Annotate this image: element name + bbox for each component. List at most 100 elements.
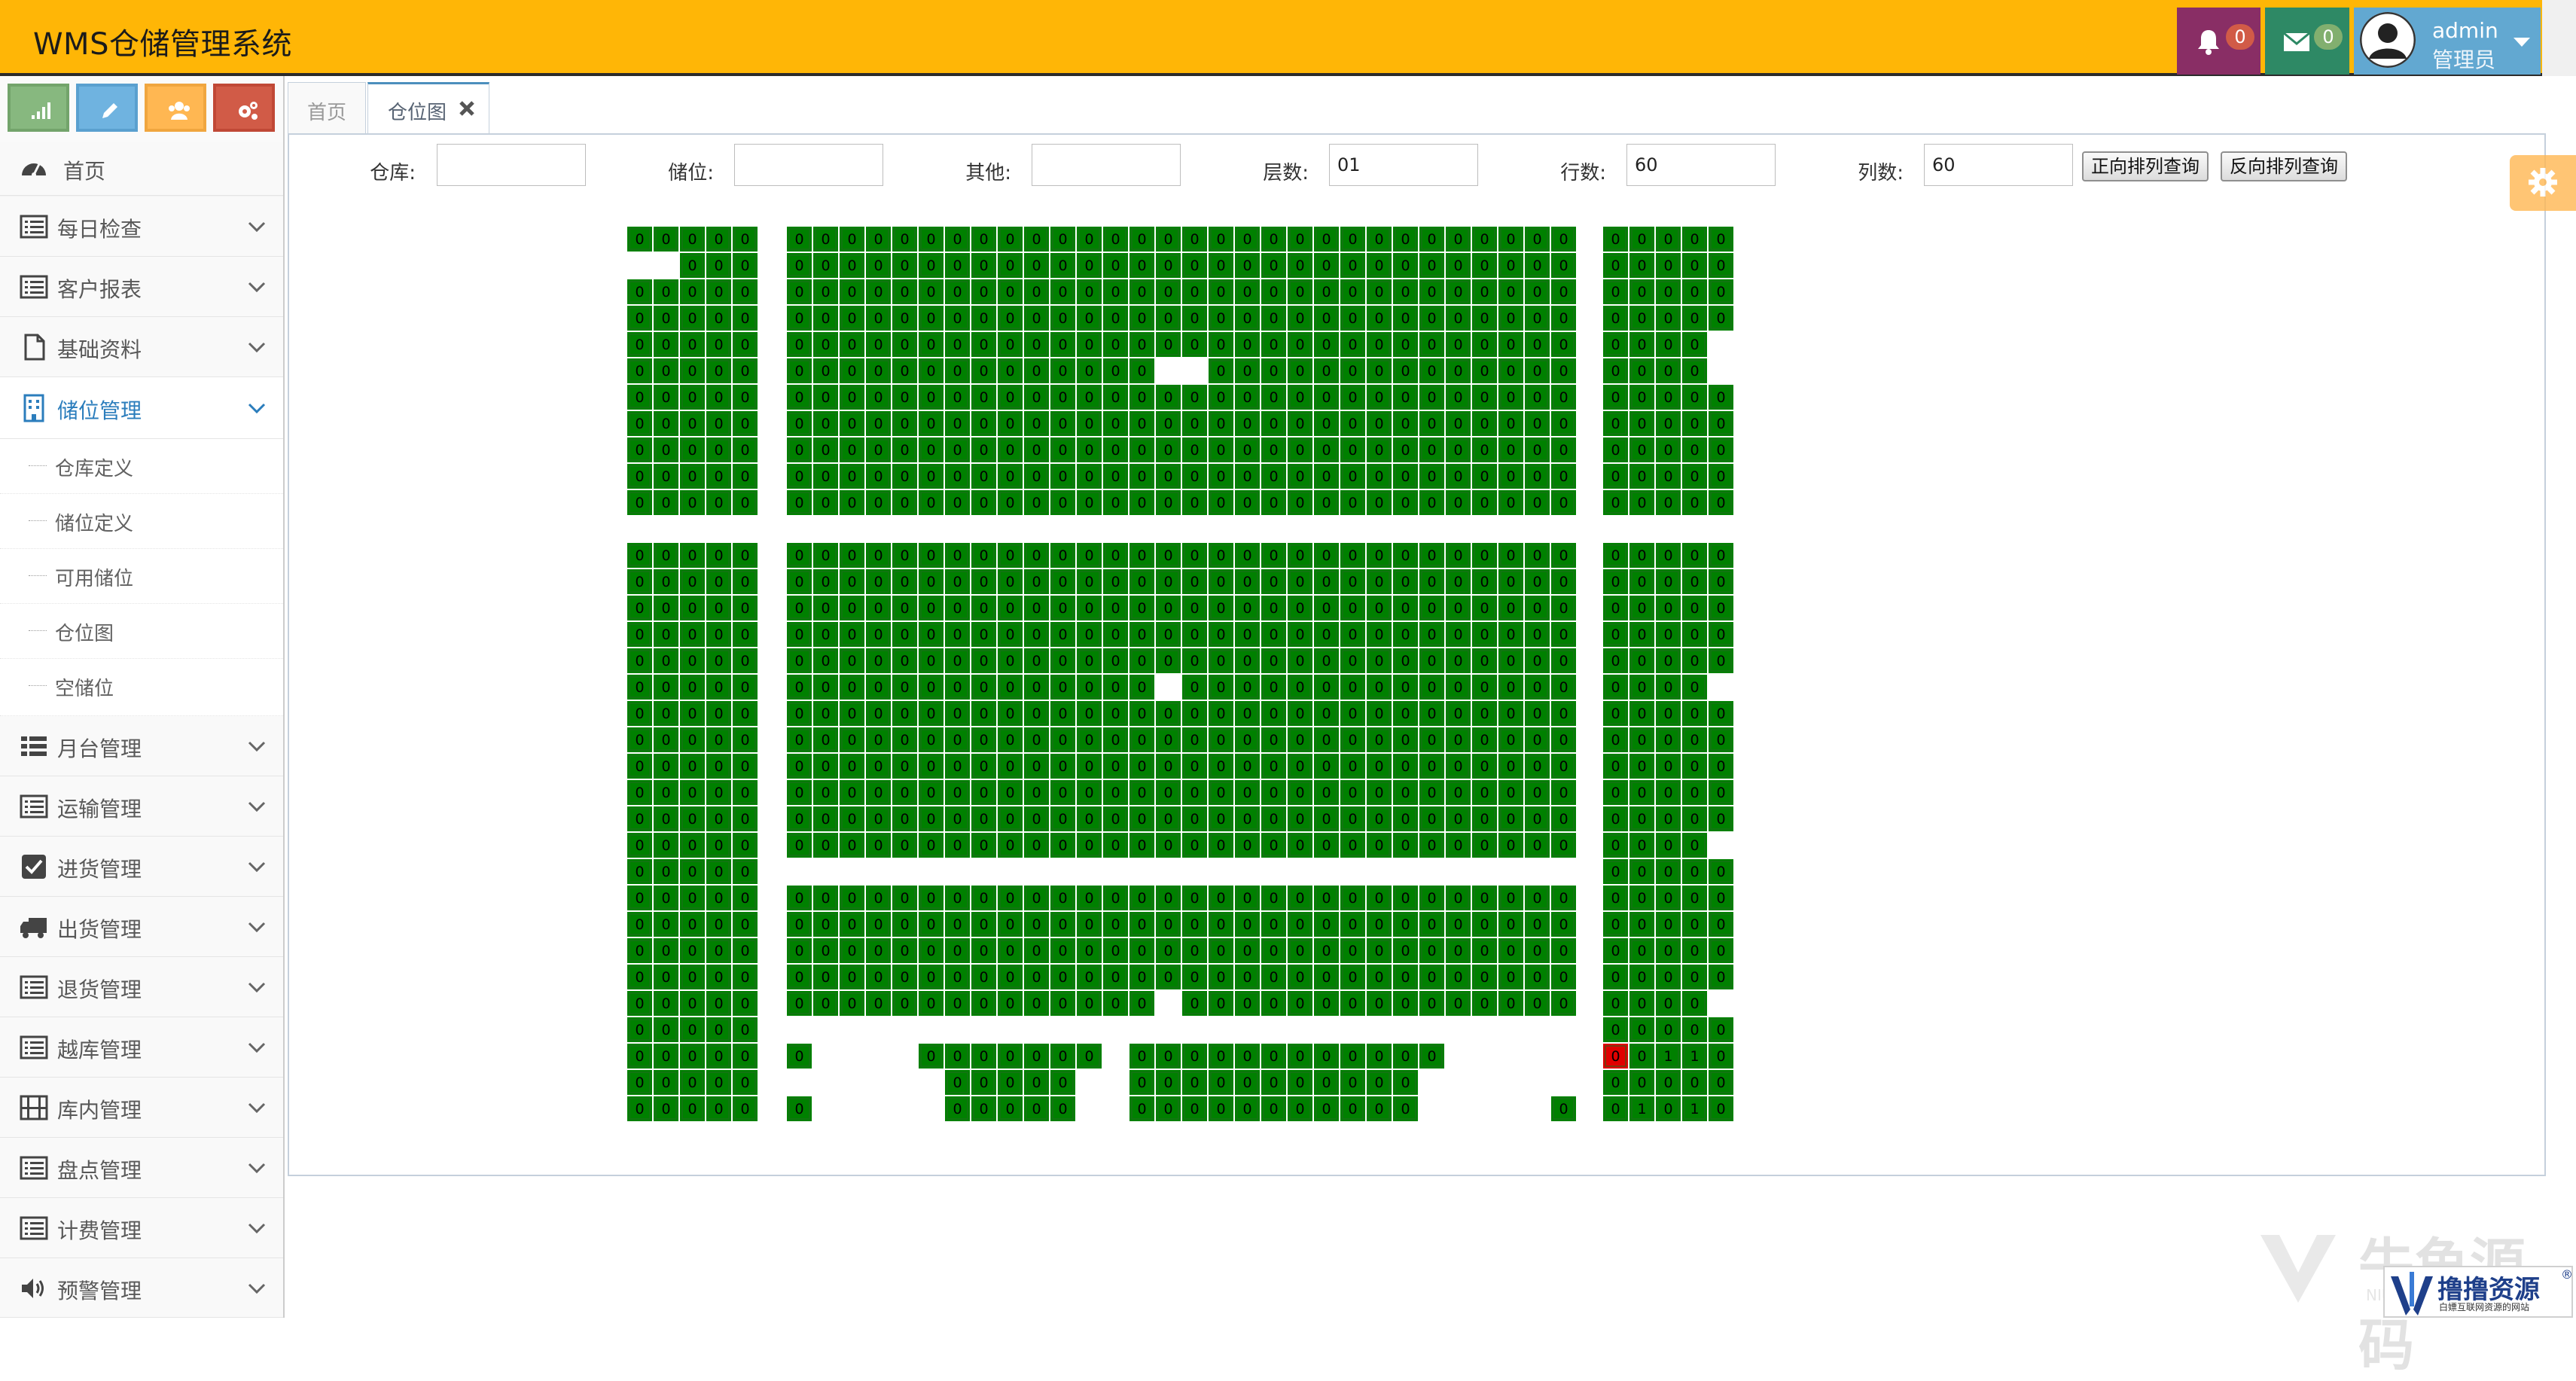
storage-bin-cell[interactable]: 0 [971, 437, 996, 462]
storage-bin-cell[interactable]: 0 [654, 358, 678, 383]
storage-bin-cell[interactable]: 0 [1603, 358, 1628, 383]
storage-bin-cell[interactable]: 0 [1261, 279, 1286, 304]
storage-bin-cell[interactable]: 0 [1024, 253, 1049, 278]
storage-bin-cell[interactable]: 0 [1024, 227, 1049, 252]
storage-bin-cell[interactable]: 0 [1050, 991, 1075, 1016]
storage-bin-cell[interactable]: 0 [680, 727, 705, 752]
storage-bin-cell[interactable]: 0 [1103, 437, 1128, 462]
storage-bin-cell[interactable]: 0 [1498, 306, 1523, 331]
storage-bin-cell[interactable]: 0 [1603, 306, 1628, 331]
storage-bin-cell[interactable]: 0 [998, 332, 1023, 357]
storage-bin-cell[interactable]: 0 [1050, 385, 1075, 410]
storage-bin-cell[interactable]: 0 [1129, 227, 1154, 252]
storage-bin-cell[interactable]: 0 [840, 306, 864, 331]
storage-bin-cell[interactable]: 0 [1103, 780, 1128, 805]
storage-bin-cell[interactable]: 0 [919, 780, 944, 805]
storage-bin-cell[interactable]: 0 [1103, 253, 1128, 278]
storage-bin-cell[interactable]: 0 [1525, 411, 1550, 436]
storage-bin-cell[interactable]: 0 [1261, 780, 1286, 805]
storage-bin-cell[interactable]: 0 [733, 675, 758, 700]
storage-bin-cell[interactable]: 0 [1656, 437, 1681, 462]
storage-bin-cell[interactable]: 0 [787, 464, 812, 489]
storage-bin-cell[interactable]: 0 [1340, 543, 1365, 568]
storage-bin-cell[interactable]: 0 [840, 675, 864, 700]
storage-bin-cell[interactable]: 0 [1367, 490, 1392, 515]
storage-bin-cell[interactable]: 0 [1682, 596, 1707, 620]
storage-bin-cell[interactable]: 0 [840, 385, 864, 410]
storage-bin-cell[interactable]: 0 [1682, 1017, 1707, 1042]
storage-bin-cell[interactable]: 0 [813, 648, 838, 673]
storage-bin-cell[interactable]: 0 [1446, 464, 1471, 489]
storage-bin-cell[interactable]: 0 [654, 596, 678, 620]
storage-bin-cell[interactable]: 0 [1419, 675, 1444, 700]
storage-bin-cell[interactable]: 0 [998, 780, 1023, 805]
storage-bin-cell[interactable]: 0 [706, 569, 731, 594]
storage-bin-cell[interactable]: 0 [1340, 1070, 1365, 1095]
storage-bin-cell[interactable]: 0 [1656, 806, 1681, 831]
storage-bin-cell[interactable]: 0 [1498, 332, 1523, 357]
storage-bin-cell[interactable]: 0 [1235, 569, 1260, 594]
storage-bin-cell[interactable]: 0 [733, 411, 758, 436]
storage-bin-cell[interactable]: 0 [892, 437, 917, 462]
storage-bin-cell[interactable]: 0 [892, 622, 917, 647]
storage-bin-cell[interactable]: 0 [733, 833, 758, 858]
storage-bin-cell[interactable]: 0 [1629, 1044, 1654, 1069]
storage-bin-cell[interactable]: 0 [1182, 569, 1207, 594]
storage-bin-cell[interactable]: 0 [1129, 279, 1154, 304]
storage-bin-cell[interactable]: 0 [1709, 780, 1733, 805]
storage-bin-cell[interactable]: 0 [1288, 833, 1312, 858]
storage-bin-cell[interactable]: 0 [680, 1044, 705, 1069]
storage-bin-cell[interactable]: 0 [1077, 833, 1102, 858]
storage-bin-cell[interactable]: 0 [627, 1044, 652, 1069]
storage-bin-cell[interactable]: 0 [1156, 912, 1181, 937]
storage-bin-cell[interactable]: 0 [1525, 991, 1550, 1016]
storage-bin-cell[interactable]: 0 [1367, 754, 1392, 779]
storage-bin-cell[interactable]: 0 [1419, 622, 1444, 647]
storage-bin-cell[interactable]: 0 [1050, 490, 1075, 515]
storage-bin-cell[interactable]: 0 [627, 490, 652, 515]
storage-bin-cell[interactable]: 0 [787, 780, 812, 805]
storage-bin-cell[interactable]: 0 [1709, 411, 1733, 436]
storage-bin-cell[interactable]: 0 [1261, 332, 1286, 357]
storage-bin-cell[interactable]: 0 [1235, 675, 1260, 700]
storage-bin-cell[interactable]: 0 [1209, 622, 1233, 647]
storage-bin-cell[interactable]: 0 [971, 675, 996, 700]
storage-bin-cell[interactable]: 0 [866, 886, 891, 910]
storage-bin-cell[interactable]: 0 [1340, 385, 1365, 410]
storage-bin-cell[interactable]: 0 [787, 701, 812, 726]
storage-bin-cell[interactable]: 0 [945, 965, 970, 989]
storage-bin-cell[interactable]: 0 [627, 543, 652, 568]
storage-bin-cell[interactable]: 0 [1182, 543, 1207, 568]
storage-bin-cell[interactable]: 0 [627, 464, 652, 489]
storage-bin-cell[interactable]: 0 [892, 912, 917, 937]
storage-bin-cell[interactable]: 0 [733, 938, 758, 963]
storage-bin-cell[interactable]: 0 [1156, 886, 1181, 910]
storage-bin-cell[interactable]: 0 [1551, 622, 1576, 647]
storage-bin-cell[interactable]: 0 [919, 938, 944, 963]
storage-bin-cell[interactable]: 0 [680, 543, 705, 568]
storage-bin-cell[interactable]: 0 [945, 464, 970, 489]
storage-bin-cell[interactable]: 0 [998, 701, 1023, 726]
storage-bin-cell[interactable]: 0 [1261, 938, 1286, 963]
storage-bin-cell[interactable]: 0 [1525, 437, 1550, 462]
storage-bin-cell[interactable]: 0 [813, 227, 838, 252]
storage-bin-cell[interactable]: 0 [1103, 991, 1128, 1016]
sidebar-item-home[interactable]: 首页 [0, 142, 283, 196]
storage-bin-cell[interactable]: 0 [733, 701, 758, 726]
storage-bin-cell[interactable]: 0 [1367, 253, 1392, 278]
storage-bin-cell[interactable]: 0 [1709, 306, 1733, 331]
storage-bin-cell[interactable]: 0 [627, 1070, 652, 1095]
storage-bin-cell[interactable]: 0 [866, 780, 891, 805]
storage-bin-cell[interactable]: 0 [1603, 1017, 1628, 1042]
shortcut-edit-button[interactable] [76, 84, 138, 132]
storage-bin-cell[interactable]: 0 [1551, 596, 1576, 620]
storage-bin-cell[interactable]: 0 [1129, 306, 1154, 331]
storage-bin-cell[interactable]: 0 [1129, 437, 1154, 462]
storage-bin-cell[interactable]: 0 [1288, 622, 1312, 647]
storage-bin-cell[interactable]: 0 [1314, 886, 1339, 910]
storage-bin-cell[interactable]: 0 [1709, 965, 1733, 989]
storage-bin-cell[interactable]: 0 [1472, 279, 1497, 304]
storage-bin-cell[interactable]: 0 [1472, 965, 1497, 989]
storage-bin-cell[interactable]: 0 [1288, 912, 1312, 937]
storage-bin-cell[interactable]: 0 [733, 227, 758, 252]
